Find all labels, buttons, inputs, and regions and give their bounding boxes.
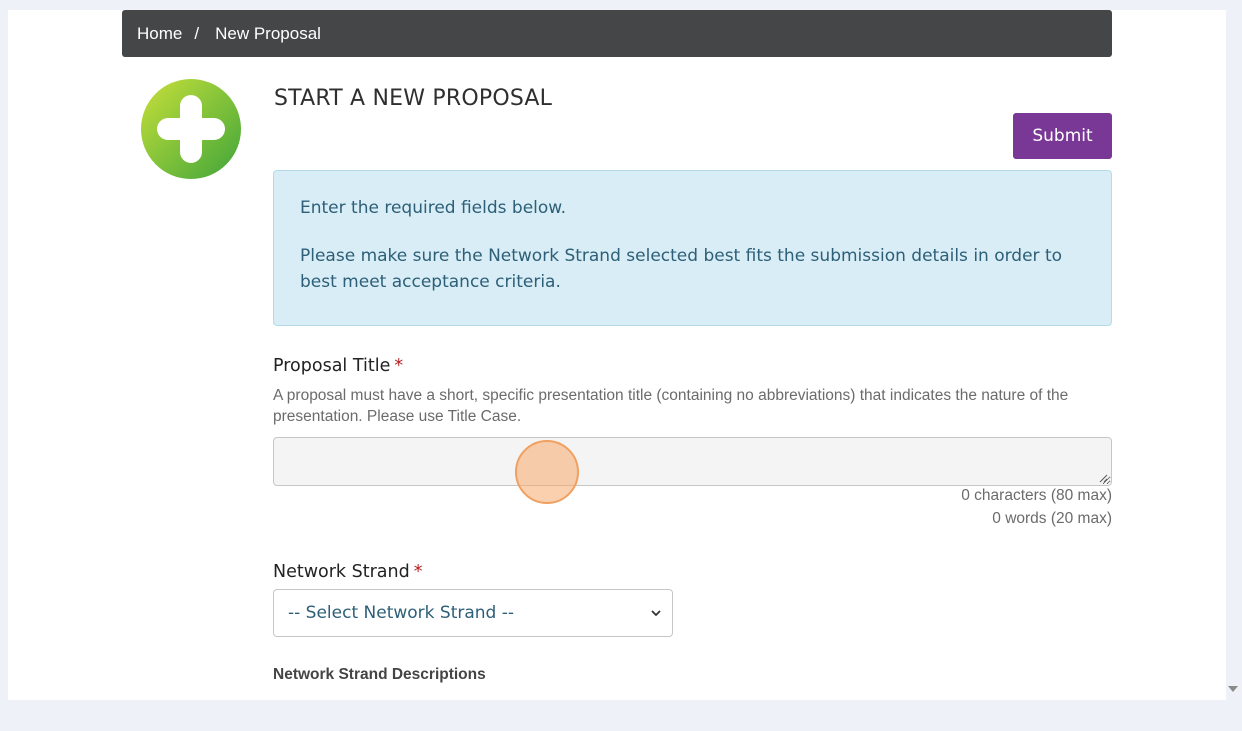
- required-mark: *: [413, 562, 423, 582]
- proposal-title-label: Proposal Title *: [273, 356, 403, 376]
- plus-circle-icon: [141, 79, 241, 179]
- breadcrumb-separator: /: [194, 23, 200, 43]
- resize-handle-icon[interactable]: [1098, 473, 1108, 483]
- network-strand-label-text: Network Strand: [273, 562, 410, 582]
- network-strand-selected: -- Select Network Strand --: [288, 603, 515, 623]
- breadcrumb-home-link[interactable]: Home: [137, 24, 182, 44]
- info-alert: Enter the required fields below. Please …: [273, 170, 1112, 326]
- proposal-title-label-text: Proposal Title: [273, 356, 391, 376]
- page-title: START A NEW PROPOSAL: [274, 86, 553, 111]
- required-mark: *: [394, 356, 404, 376]
- click-indicator: [515, 440, 579, 504]
- network-strand-descriptions-heading: Network Strand Descriptions: [273, 666, 486, 683]
- word-count: 0 words (20 max): [992, 510, 1112, 527]
- alert-line-1: Enter the required fields below.: [300, 198, 567, 218]
- proposal-title-help: A proposal must have a short, specific p…: [273, 387, 1069, 425]
- alert-line-2: Please make sure the Network Strand sele…: [300, 246, 1063, 292]
- page: Home / New Proposal START A NEW PROPOSAL…: [8, 10, 1226, 700]
- proposal-title-input[interactable]: [273, 437, 1112, 486]
- chevron-down-icon: [651, 610, 661, 617]
- network-strand-select[interactable]: -- Select Network Strand --: [273, 589, 673, 637]
- character-count: 0 characters (80 max): [961, 487, 1112, 504]
- submit-button[interactable]: Submit: [1013, 113, 1112, 159]
- breadcrumb: Home / New Proposal: [122, 10, 1112, 57]
- scroll-down-arrow-icon[interactable]: [1227, 684, 1239, 694]
- network-strand-label: Network Strand *: [273, 562, 422, 582]
- breadcrumb-current: New Proposal: [215, 23, 321, 43]
